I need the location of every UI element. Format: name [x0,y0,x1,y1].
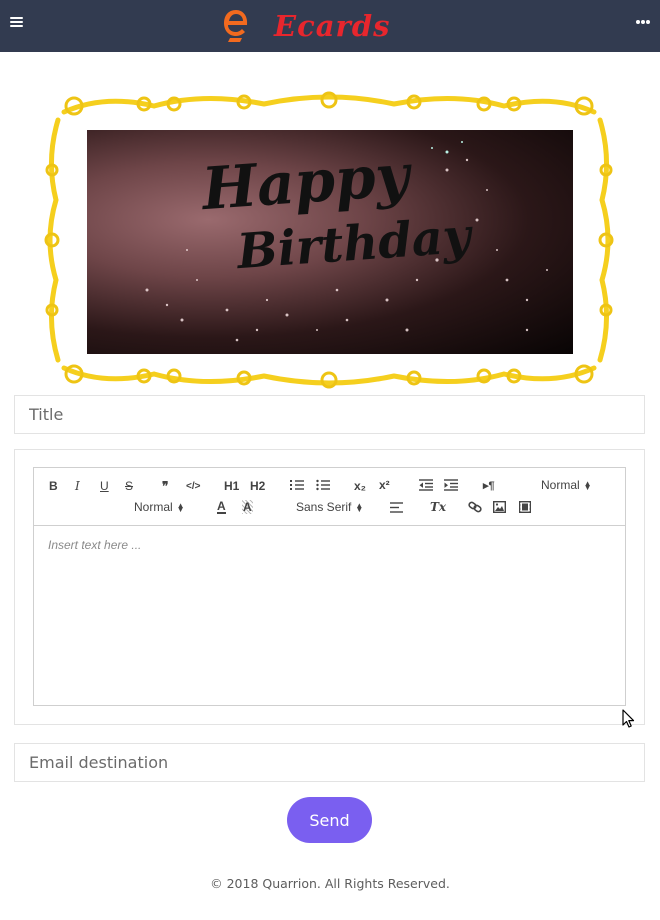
select-arrows-icon: ▲ ▼ [355,500,364,514]
bold-button[interactable]: B [49,479,58,493]
link-icon[interactable] [468,501,482,513]
background-color-button[interactable]: A [242,500,253,514]
select-arrows-icon: ▲ ▼ [583,478,592,492]
bullet-list-icon[interactable] [316,479,330,491]
superscript-button[interactable]: x² [379,478,390,492]
h1-button[interactable]: H1 [224,479,239,493]
header-select[interactable]: Normal ▲ ▼ [541,478,592,492]
logo-text: Ecards [274,9,391,43]
logo-mark-icon [224,10,248,42]
video-icon[interactable] [519,501,531,513]
footer-copyright: © 2018 Quarrion. All Rights Reserved. [210,876,450,891]
size-select[interactable]: Normal ▲ ▼ [134,500,185,514]
email-destination-input[interactable] [14,743,645,782]
happy-text: Happy [199,140,412,224]
send-button[interactable]: Send [287,797,372,843]
birthday-card-image[interactable]: Happy Birthday [87,130,573,354]
rtl-button[interactable]: ▸¶ [483,479,495,493]
top-navbar: Ecards [0,0,660,52]
select-arrows-icon: ▲ ▼ [176,500,185,514]
code-block-button[interactable]: </> [186,480,200,494]
image-icon[interactable] [493,501,506,513]
indent-icon[interactable] [444,479,458,491]
title-input[interactable] [14,395,645,434]
blockquote-button[interactable]: ❞ [162,479,168,493]
ordered-list-icon[interactable] [290,479,304,491]
italic-button[interactable]: I [75,479,80,493]
outdent-icon[interactable] [419,479,433,491]
editor-placeholder: Insert text here ... [48,538,142,552]
h2-button[interactable]: H2 [250,479,265,493]
text-color-button[interactable]: A [217,500,226,514]
rich-text-editor: B I U S ❞ </> H1 H2 x₂ x² ▸¶ Normal ▲ ▼ No… [33,467,626,706]
font-select[interactable]: Sans Serif ▲ ▼ [296,500,363,514]
size-select-value: Normal [134,500,173,514]
editor-text-area[interactable]: Insert text here ... [34,526,625,705]
strike-button[interactable]: S [125,479,133,493]
clean-format-button[interactable]: Tx [430,500,446,514]
font-select-value: Sans Serif [296,500,352,514]
logo[interactable]: Ecards [222,6,390,46]
align-icon[interactable] [390,502,403,513]
editor-toolbar: B I U S ❞ </> H1 H2 x₂ x² ▸¶ Normal ▲ ▼ No… [34,468,625,526]
hamburger-icon[interactable] [10,17,23,28]
underline-button[interactable]: U [100,479,109,493]
subscript-button[interactable]: x₂ [354,479,366,493]
more-dots-icon[interactable] [636,20,650,26]
mouse-cursor-icon [622,709,635,728]
header-select-value: Normal [541,478,580,492]
